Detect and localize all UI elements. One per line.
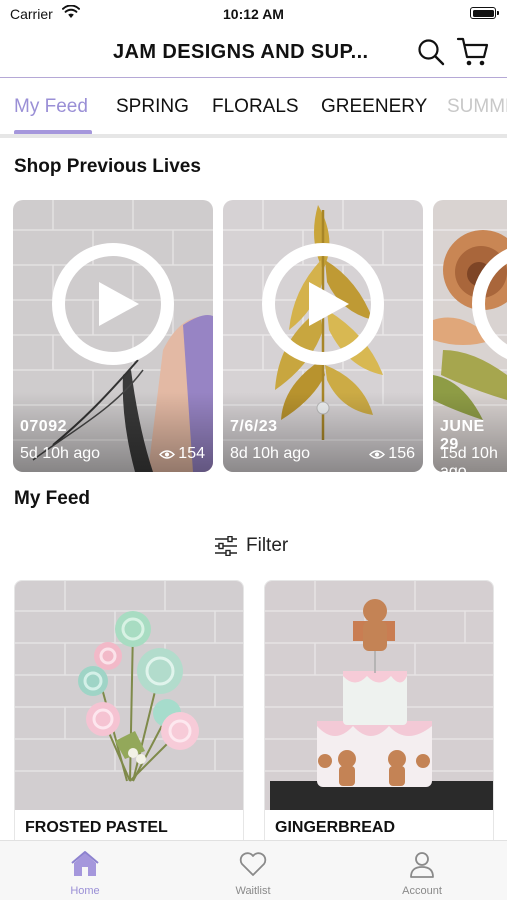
tab-home[interactable]: Home — [25, 841, 145, 900]
battery-icon — [470, 7, 499, 19]
live-view-count: 154 — [159, 445, 205, 463]
live-date: 7/6/23 — [230, 418, 278, 435]
filter-label: Filter — [246, 535, 289, 556]
live-date: 07092 — [20, 418, 67, 435]
tab-summer[interactable]: SUMMER — [447, 96, 507, 118]
tab-greenery[interactable]: GREENERY — [321, 96, 427, 118]
tab-my-feed[interactable]: My Feed — [14, 96, 88, 118]
heart-icon — [239, 852, 267, 876]
live-time-ago: 15d 10h ago — [440, 445, 498, 472]
store-title: JAM DESIGNS AND SUP... — [113, 41, 369, 63]
eye-icon — [369, 449, 386, 459]
app-header: JAM DESIGNS AND SUP... — [0, 28, 507, 78]
tabs-divider — [0, 134, 507, 138]
live-view-count: 156 — [369, 445, 415, 463]
view-count-value: 154 — [178, 445, 205, 462]
tab-spring[interactable]: SPRING — [116, 96, 189, 118]
tab-florals[interactable]: FLORALS — [212, 96, 299, 118]
person-icon — [410, 852, 434, 878]
search-icon[interactable] — [416, 37, 446, 67]
status-bar: Carrier 10:12 AM — [0, 0, 507, 28]
tab-waitlist-label: Waitlist — [235, 885, 271, 897]
live-card[interactable]: 07092 5d 10h ago 154 — [13, 200, 213, 472]
house-icon — [71, 851, 99, 876]
live-card[interactable]: JUNE 29 15d 10h ago — [433, 200, 507, 472]
bottom-tab-bar: Home Waitlist Account — [0, 840, 507, 900]
tab-home-label: Home — [70, 885, 100, 897]
cart-icon[interactable] — [456, 36, 490, 68]
view-count-value: 156 — [388, 445, 415, 462]
product-card[interactable]: GINGERBREAD — [264, 580, 494, 850]
feed-heading: My Feed — [14, 488, 91, 509]
product-name: FROSTED PASTEL — [25, 819, 168, 836]
filter-button[interactable]: Filter — [214, 533, 288, 559]
tab-waitlist[interactable]: Waitlist — [193, 841, 313, 900]
product-image — [15, 581, 243, 810]
play-icon[interactable] — [262, 243, 384, 365]
live-card[interactable]: 7/6/23 8d 10h ago 156 — [223, 200, 423, 472]
play-icon[interactable] — [52, 243, 174, 365]
live-time-ago: 8d 10h ago — [230, 445, 311, 462]
previous-lives-heading: Shop Previous Lives — [14, 156, 201, 177]
product-image — [265, 581, 493, 810]
product-card[interactable]: FROSTED PASTEL — [14, 580, 244, 850]
tab-account[interactable]: Account — [362, 841, 482, 900]
product-name: GINGERBREAD — [275, 819, 396, 836]
eye-icon — [159, 449, 176, 459]
sliders-icon — [215, 536, 237, 556]
tab-account-label: Account — [402, 885, 442, 897]
status-time: 10:12 AM — [223, 6, 284, 22]
live-time-ago: 5d 10h ago — [20, 445, 101, 462]
category-tabs: My Feed SPRING FLORALS GREENERY SUMMER — [0, 80, 507, 136]
